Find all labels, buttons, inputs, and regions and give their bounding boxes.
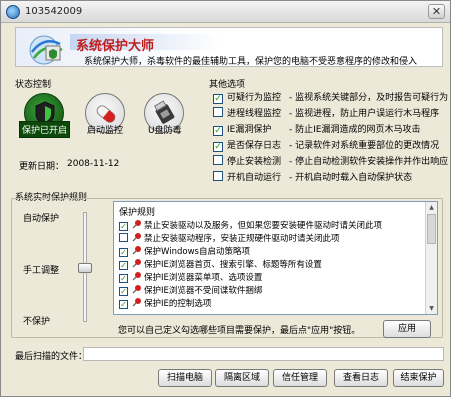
option-ie-protect[interactable]: ✓ IE漏洞保护 - 防止IE漏洞造成的网页木马攻击 xyxy=(213,122,421,136)
level-auto-label: 自动保护 xyxy=(23,214,60,224)
rule-text: 保护IE的控制选项 xyxy=(144,299,212,309)
option-desc: - 停止自动检测软件安装操作并作出响应 xyxy=(289,157,449,167)
option-desc: - 监视进程，防止用户误运行木马程序 xyxy=(289,109,440,119)
quarantine-button[interactable]: 隔离区域 xyxy=(215,369,269,387)
rule-checkbox[interactable]: ✓ xyxy=(119,300,128,309)
pin-icon xyxy=(132,285,141,294)
rules-scrollbar[interactable]: ▲ ▼ xyxy=(425,202,437,314)
stop-protection-button[interactable]: 结束保护 xyxy=(393,369,444,387)
rules-header: 保护规则 xyxy=(119,208,156,218)
usb-protect-label[interactable]: U盘防毒 xyxy=(148,123,182,136)
rule-checkbox[interactable]: ✓ xyxy=(119,287,128,296)
shield-logo-icon xyxy=(29,35,63,65)
option-stop-install-detect[interactable]: 停止安装检测 - 停止自动检测软件安装操作并作出响应 xyxy=(213,154,448,167)
pin-icon xyxy=(132,233,141,242)
option-process-monitor[interactable]: 进程线程监控 - 监视进程，防止用户误运行木马程序 xyxy=(213,106,439,119)
level-manual-label: 手工调整 xyxy=(23,266,60,276)
rule-text: 保护IE浏览器菜单项、选项设置 xyxy=(144,273,263,283)
update-date-value: 2008-11-12 xyxy=(67,159,120,169)
app-icon xyxy=(6,5,20,19)
option-name: 可疑行为监控 xyxy=(227,93,282,103)
view-log-button[interactable]: 查看日志 xyxy=(334,369,388,387)
last-scan-field xyxy=(83,347,444,361)
option-desc: - 防止IE漏洞造成的网页木马攻击 xyxy=(289,125,421,135)
option-name: 是否保存日志 xyxy=(227,141,282,151)
pin-icon xyxy=(132,220,141,229)
close-button[interactable]: ✕ xyxy=(428,4,445,19)
pin-icon xyxy=(132,246,141,255)
option-checkbox[interactable]: ✓ xyxy=(213,94,223,104)
banner: 系统保护大师 系统保护大师，杀毒软件的最佳辅助工具，保护您的电脑不受恶意程序的修… xyxy=(15,27,443,67)
option-desc: - 记录软件对系统重要部位的更改情况 xyxy=(289,141,440,151)
option-suspicious-behavior[interactable]: ✓ 可疑行为监控 - 监视系统关键部分，及时报告可疑行为 xyxy=(213,90,449,104)
window-title: 103542009 xyxy=(25,6,83,17)
rule-text: 保护IE浏览器不受间谍软件捆绑 xyxy=(144,286,263,296)
rules-list: 保护规则 ✓ 禁止安装驱动以及服务，但如果您要安装硬件驱动时请关闭此项 禁止安装驱… xyxy=(113,201,438,315)
option-save-log[interactable]: ✓ 是否保存日志 - 记录软件对系统重要部位的更改情况 xyxy=(213,138,440,152)
rule-item[interactable]: ✓ 禁止安装驱动以及服务，但如果您要安装硬件驱动时请关闭此项 xyxy=(119,219,382,231)
rule-text: 禁止安装驱动程序，安装正规硬件驱动时请关闭此项 xyxy=(144,234,340,244)
apply-button[interactable]: 应用 xyxy=(383,320,431,338)
status-section-label: 状态控制 xyxy=(15,80,52,90)
option-checkbox[interactable] xyxy=(213,107,223,117)
rule-checkbox[interactable]: ✓ xyxy=(119,261,128,270)
options-section-label: 其他选项 xyxy=(209,80,246,90)
app-title: 系统保护大师 xyxy=(76,39,155,54)
update-date-label: 更新日期： xyxy=(19,162,65,172)
rule-text: 禁止安装驱动以及服务，但如果您要安装硬件驱动时请关闭此项 xyxy=(144,221,383,231)
app-subtitle: 系统保护大师，杀毒软件的最佳辅助工具，保护您的电脑不受恶意程序的修改和侵入 xyxy=(84,57,418,67)
scroll-down-icon[interactable]: ▼ xyxy=(427,304,436,313)
option-autostart[interactable]: 开机自动运行 - 开机启动时载入自动保护状态 xyxy=(213,170,412,183)
rule-item[interactable]: 禁止安装驱动程序，安装正规硬件驱动时请关闭此项 xyxy=(119,232,340,244)
banner-title-bg: 系统保护大师 xyxy=(70,34,220,54)
pin-icon xyxy=(132,272,141,281)
option-name: IE漏洞保护 xyxy=(227,125,272,135)
level-none-label: 不保护 xyxy=(23,317,51,327)
protection-toggle-label[interactable]: 保护已开启 xyxy=(19,121,71,138)
rule-item[interactable]: ✓ 保护Windows自启动策略项 xyxy=(119,245,250,257)
option-checkbox[interactable]: ✓ xyxy=(213,126,223,136)
rule-checkbox[interactable]: ✓ xyxy=(119,222,128,231)
rule-text: 保护Windows自启动策略项 xyxy=(144,247,250,257)
rule-checkbox[interactable] xyxy=(119,233,128,242)
option-checkbox[interactable]: ✓ xyxy=(213,142,223,152)
rule-item[interactable]: ✓ 保护IE浏览器首页、搜索引擎、标题等所有设置 xyxy=(119,258,322,270)
trust-manage-button[interactable]: 信任管理 xyxy=(273,369,327,387)
option-checkbox[interactable] xyxy=(213,155,223,165)
monitor-label[interactable]: 启动监控 xyxy=(87,123,123,136)
pin-icon xyxy=(132,259,141,268)
rule-item[interactable]: ✓ 保护IE浏览器不受间谍软件捆绑 xyxy=(119,284,262,296)
slider-thumb[interactable] xyxy=(78,263,92,273)
option-desc: - 监视系统关键部分，及时报告可疑行为 xyxy=(289,93,449,103)
pin-icon xyxy=(132,298,141,307)
app-window: 103542009 ✕ 系统保护大师 系统保护大师，杀毒软件的最佳辅助工具，保护… xyxy=(0,0,451,397)
title-bar: 103542009 ✕ xyxy=(1,1,450,23)
option-checkbox[interactable] xyxy=(213,171,223,181)
rule-item[interactable]: ✓ 保护IE的控制选项 xyxy=(119,297,211,309)
scroll-thumb[interactable] xyxy=(427,214,436,244)
option-name: 停止安装检测 xyxy=(227,157,282,167)
scroll-up-icon[interactable]: ▲ xyxy=(427,203,436,212)
rules-hint: 您可以自己定义勾选哪些项目需要保护，最后点"应用"按钮。 xyxy=(118,326,361,336)
rule-text: 保护IE浏览器首页、搜索引擎、标题等所有设置 xyxy=(144,260,322,270)
option-desc: - 开机启动时载入自动保护状态 xyxy=(289,173,413,183)
rule-item[interactable]: ✓ 保护IE浏览器菜单项、选项设置 xyxy=(119,271,262,283)
option-name: 进程线程监控 xyxy=(227,109,282,119)
last-scan-label: 最后扫描的文件： xyxy=(15,352,88,362)
scan-computer-button[interactable]: 扫描电脑 xyxy=(158,369,212,387)
option-name: 开机自动运行 xyxy=(227,173,282,183)
rule-checkbox[interactable]: ✓ xyxy=(119,274,128,283)
rule-checkbox[interactable]: ✓ xyxy=(119,248,128,257)
